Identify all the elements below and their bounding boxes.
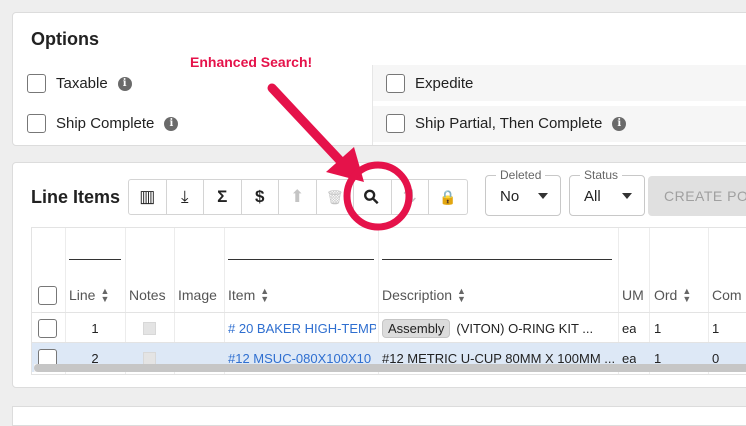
annotation-overlay (267, 83, 413, 231)
annotation-arrow-shaft (267, 83, 351, 172)
annotation-circle (343, 161, 413, 231)
